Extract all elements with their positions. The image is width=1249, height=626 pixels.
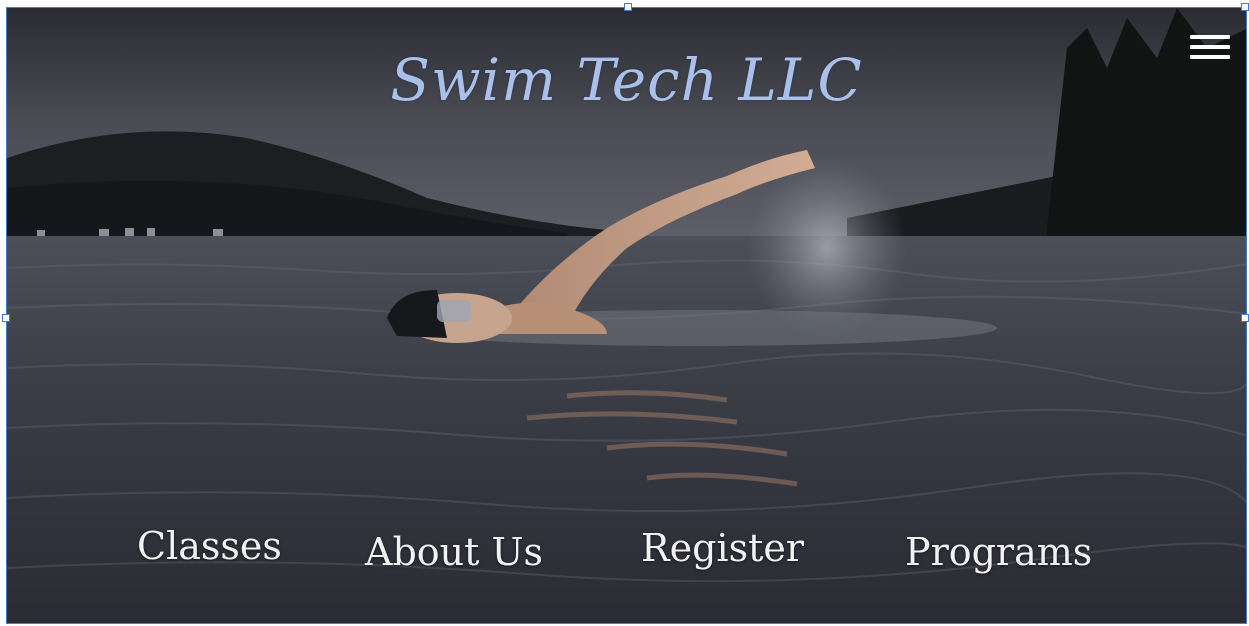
nav-link-register[interactable]: Register — [641, 526, 804, 570]
nav-link-about-us[interactable]: About Us — [365, 530, 543, 574]
hamburger-menu-icon[interactable] — [1190, 35, 1230, 65]
nav-link-classes[interactable]: Classes — [137, 524, 282, 568]
hero-image-frame[interactable]: Swim Tech LLC Classes About Us Register … — [6, 7, 1247, 624]
menu-bar — [1190, 45, 1230, 49]
nav-link-programs[interactable]: Programs — [905, 530, 1092, 574]
site-title: Swim Tech LLC — [390, 46, 863, 114]
resize-handle-top[interactable] — [624, 3, 632, 11]
menu-bar — [1190, 35, 1230, 39]
resize-handle-left[interactable] — [2, 314, 10, 322]
resize-handle-right[interactable] — [1241, 314, 1249, 322]
menu-bar — [1190, 55, 1230, 59]
resize-handle-top-right[interactable] — [1241, 3, 1249, 11]
